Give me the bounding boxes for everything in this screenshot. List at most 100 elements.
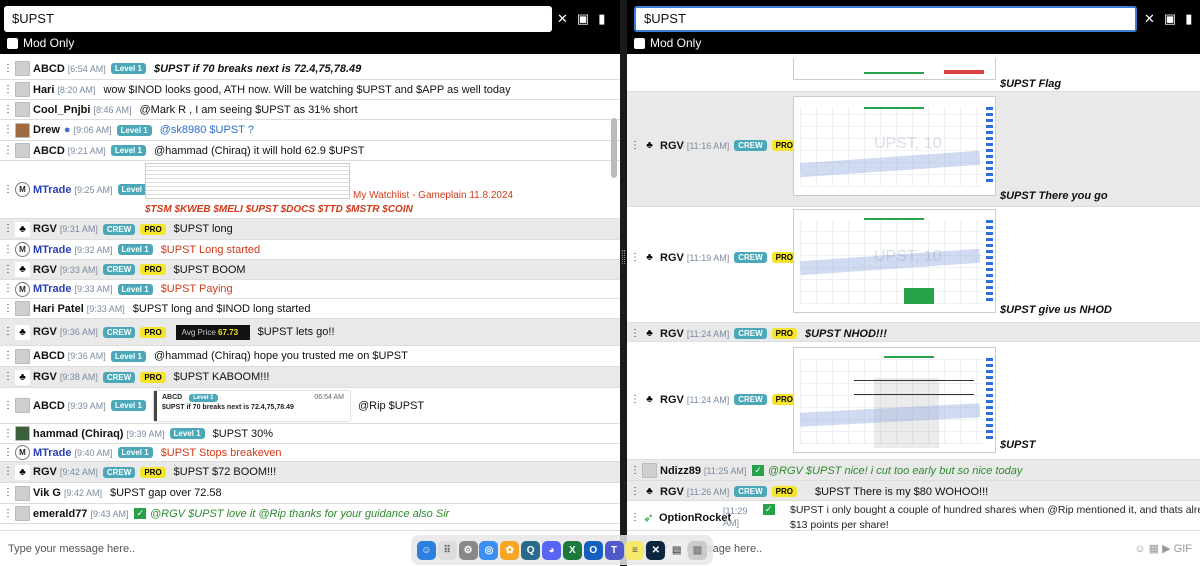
- trash-icon[interactable]: ▮: [1185, 11, 1192, 27]
- quote-time: 06:54 AM: [314, 393, 344, 401]
- trash-icon[interactable]: ▮: [598, 11, 605, 27]
- save-icon[interactable]: ▣: [1164, 11, 1176, 27]
- author-name[interactable]: OptionRocket: [659, 512, 731, 524]
- video-icon[interactable]: ▶: [1162, 543, 1170, 555]
- author-name[interactable]: RGV: [660, 486, 684, 498]
- left-search-input[interactable]: $UPST: [4, 6, 552, 32]
- drag-handle-icon[interactable]: ⋮: [3, 508, 13, 519]
- right-message-feed[interactable]: $UPST Flag ⋮ ♣ RGV [11:16 AM] CREW PRO UPST,…: [627, 58, 1200, 530]
- teams-icon[interactable]: T: [604, 540, 624, 560]
- drag-handle-icon[interactable]: ⋮: [3, 184, 13, 195]
- author-name[interactable]: Drew: [33, 124, 60, 136]
- tradingview-icon[interactable]: ✕: [646, 540, 666, 560]
- author-name[interactable]: MTrade: [33, 184, 72, 196]
- author-name[interactable]: Cool_Pnjbi: [33, 104, 90, 116]
- author-name[interactable]: RGV: [33, 223, 57, 235]
- avg-price-image[interactable]: Avg Price 67.73: [175, 324, 250, 340]
- pane-divider[interactable]: [620, 0, 627, 566]
- mod-only-checkbox[interactable]: [634, 37, 645, 49]
- save-icon[interactable]: ▣: [577, 11, 589, 27]
- author-name[interactable]: emerald77: [33, 508, 87, 520]
- chart-image[interactable]: [793, 347, 996, 453]
- author-name[interactable]: MTrade: [33, 447, 72, 459]
- author-name[interactable]: ABCD: [33, 400, 65, 412]
- drag-handle-icon[interactable]: ⋮: [3, 303, 13, 314]
- author-name[interactable]: Ndizz89: [660, 465, 701, 477]
- chart-image[interactable]: [793, 58, 996, 80]
- author-name[interactable]: Vik G: [33, 487, 61, 499]
- excel-icon[interactable]: X: [562, 540, 582, 560]
- left-mod-only-toggle[interactable]: Mod Only: [7, 36, 74, 50]
- drag-handle-icon[interactable]: ⋮: [3, 467, 13, 477]
- chart-image[interactable]: UPST, 10: [793, 96, 996, 196]
- author-name[interactable]: ABCD: [33, 350, 65, 362]
- drag-handle-icon[interactable]: ⋮: [3, 125, 13, 135]
- drag-handle-icon[interactable]: ⋮: [630, 486, 640, 497]
- author-name[interactable]: hammad (Chiraq): [33, 428, 123, 440]
- drag-handle-icon[interactable]: ⋮: [3, 224, 13, 234]
- author-name[interactable]: RGV: [660, 140, 684, 152]
- clear-icon[interactable]: ✕: [557, 11, 568, 27]
- drag-handle-icon[interactable]: ⋮: [3, 104, 13, 115]
- mod-only-checkbox[interactable]: [7, 37, 18, 49]
- drag-handle-icon[interactable]: ⋮: [630, 328, 640, 339]
- author-name[interactable]: RGV: [33, 466, 57, 478]
- drag-handle-icon[interactable]: ⋮: [3, 244, 13, 255]
- drag-handle-icon[interactable]: ⋮: [630, 465, 640, 476]
- drag-handle-icon[interactable]: ⋮: [3, 84, 13, 95]
- author-name[interactable]: MTrade: [33, 244, 72, 256]
- author-name[interactable]: RGV: [33, 371, 57, 383]
- discord-icon[interactable]: ◕: [542, 540, 562, 560]
- drag-handle-icon[interactable]: ⋮: [3, 447, 13, 458]
- drag-handle-icon[interactable]: ⋮: [3, 327, 13, 337]
- author-name[interactable]: ABCD: [33, 63, 65, 75]
- left-message-feed[interactable]: ⋮ ABCD [6:54 AM] Level 1 $UPST if 70 break…: [0, 58, 620, 530]
- quicktime-icon[interactable]: Q: [521, 540, 541, 560]
- quoted-message[interactable]: ABCD Level 1 06:54 AM $UPST if 70 breaks…: [153, 390, 350, 421]
- drag-handle-icon[interactable]: ⋮: [3, 63, 13, 74]
- drag-handle-icon[interactable]: ⋮: [3, 264, 13, 275]
- drag-handle-icon[interactable]: ⋮: [3, 372, 13, 382]
- scrollbar-thumb[interactable]: [611, 118, 617, 178]
- author-name[interactable]: Hari Patel: [33, 303, 84, 315]
- author-name[interactable]: ABCD: [33, 145, 65, 157]
- outlook-icon[interactable]: O: [583, 540, 603, 560]
- image-icon[interactable]: ▦: [1149, 543, 1159, 555]
- author-name[interactable]: RGV: [660, 328, 684, 340]
- safari-icon[interactable]: ◎: [479, 540, 499, 560]
- right-mod-only-toggle[interactable]: Mod Only: [634, 36, 701, 50]
- drag-handle-icon[interactable]: ⋮: [3, 488, 13, 498]
- emoji-icon[interactable]: ☺: [1134, 543, 1145, 555]
- drag-handle-icon[interactable]: ⋮: [3, 400, 13, 411]
- author-name[interactable]: RGV: [660, 394, 684, 406]
- settings-icon[interactable]: ⚙: [458, 540, 478, 560]
- right-search-input[interactable]: $UPST: [634, 6, 1137, 32]
- finder-icon[interactable]: ☺: [416, 540, 436, 560]
- message-text: $UPST 30%: [212, 427, 273, 440]
- drag-handle-icon[interactable]: ⋮: [630, 252, 640, 263]
- drag-handle-icon[interactable]: ⋮: [3, 351, 13, 361]
- drag-handle-icon[interactable]: ⋮: [630, 394, 640, 405]
- watchlist-table-image[interactable]: [145, 163, 350, 199]
- notes-icon[interactable]: ≡: [625, 540, 645, 560]
- drag-handle-icon[interactable]: ⋮: [3, 284, 13, 294]
- watchlist-attachment[interactable]: My Watchlist - Gameplain 11.8.2024 $TSM …: [145, 163, 513, 217]
- drag-handle-icon[interactable]: ⋮: [630, 513, 640, 523]
- preview-icon[interactable]: ▤: [667, 540, 687, 560]
- author-name[interactable]: RGV: [33, 326, 57, 338]
- drag-handle-icon[interactable]: ⋮: [3, 145, 13, 156]
- author-name[interactable]: Hari: [33, 84, 54, 96]
- author-name[interactable]: MTrade: [33, 283, 72, 295]
- chart-image[interactable]: UPST, 10: [793, 209, 996, 313]
- drag-handle-icon[interactable]: ⋮: [630, 140, 640, 151]
- resize-handle-icon[interactable]: [622, 250, 625, 264]
- gif-icon[interactable]: GIF: [1174, 543, 1192, 555]
- launchpad-icon[interactable]: ⠿: [437, 540, 457, 560]
- photos-icon[interactable]: ✿: [500, 540, 520, 560]
- level-badge: Level 1: [110, 400, 146, 411]
- author-name[interactable]: RGV: [660, 252, 684, 264]
- clear-icon[interactable]: ✕: [1144, 11, 1155, 27]
- trash-bin-icon[interactable]: ▥: [688, 540, 708, 560]
- drag-handle-icon[interactable]: ⋮: [3, 428, 13, 439]
- author-name[interactable]: RGV: [33, 264, 57, 276]
